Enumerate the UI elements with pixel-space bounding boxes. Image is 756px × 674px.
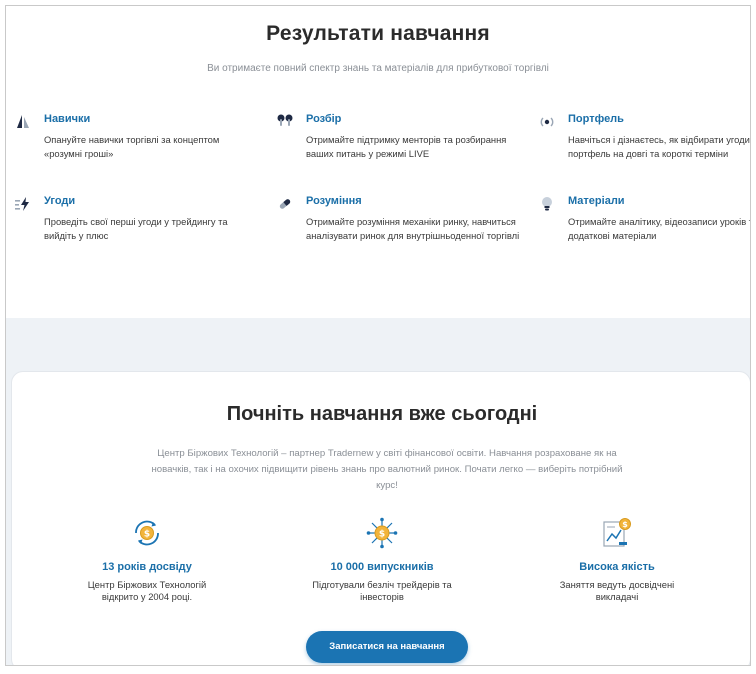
feature-title: Портфель xyxy=(568,113,624,125)
svg-text:$: $ xyxy=(144,530,150,540)
feature-deals: Угоди Проведіть свої перші угоди у трейд… xyxy=(14,195,244,255)
coin-network-icon: $ xyxy=(366,517,398,549)
feature-description: Проведіть свої перші угоди у трейдингу т… xyxy=(44,216,228,241)
broadcast-icon xyxy=(540,117,554,127)
start-card: Почніть навчання вже сьогодні Центр Бірж… xyxy=(11,371,750,665)
stat-quality: $ Висока якість Заняття ведуть досвідчен… xyxy=(517,517,717,603)
feature-description: Отримайте розуміння механіки ринку, навч… xyxy=(306,216,520,241)
feature-title: Розбір xyxy=(306,113,342,125)
stat-description: Підготували безліч трейдерів та інвестор… xyxy=(312,579,452,602)
feature-description: Отримайте аналітику, відеозаписи уроків … xyxy=(568,216,750,241)
chart-coin-icon: $ xyxy=(603,518,631,547)
earbuds-icon xyxy=(277,114,293,126)
lightbulb-icon xyxy=(542,197,552,211)
results-section: Результати навчання Ви отримаєте повний … xyxy=(6,6,750,318)
start-title: Почніть навчання вже сьогодні xyxy=(226,403,538,425)
feature-title: Угоди xyxy=(44,195,76,207)
pill-icon xyxy=(279,199,291,209)
stat-title: 13 років досвіду xyxy=(102,561,192,573)
feature-title: Навички xyxy=(44,113,91,125)
coin-cycle-icon: $ xyxy=(135,520,159,546)
stat-graduates: $ 10 000 випускників Підготували безліч … xyxy=(282,517,482,603)
feature-understanding: Розуміння Отримайте розуміння механіки р… xyxy=(276,195,519,255)
feature-description: Опануйте навички торгівлі за концептом «… xyxy=(44,134,220,159)
stat-description: Центр Біржових Технологій відкрито у 200… xyxy=(87,579,207,602)
enroll-button[interactable]: Записатися на навчання xyxy=(306,631,468,663)
start-description: Центр Біржових Технологій – партнер Trad… xyxy=(151,448,623,491)
feature-review: Розбір Отримайте підтримку менторів та р… xyxy=(276,113,506,173)
feature-description: Навчіться і дізнаєтесь, як відбирати уго… xyxy=(568,134,750,159)
svg-text:$: $ xyxy=(622,520,628,529)
stat-title: 10 000 випускників xyxy=(330,561,434,573)
feature-title: Матеріали xyxy=(568,195,625,207)
svg-text:$: $ xyxy=(379,530,385,540)
feature-title: Розуміння xyxy=(306,195,362,207)
page-frame: Результати навчання Ви отримаєте повний … xyxy=(5,5,751,666)
stat-experience: $ 13 років досвіду Центр Біржових Технол… xyxy=(47,517,247,603)
feature-materials: Матеріали Отримайте аналітику, відеозапи… xyxy=(538,195,750,255)
stat-description: Заняття ведуть досвідчені викладачі xyxy=(559,579,675,602)
results-title: Результати навчання xyxy=(266,22,490,45)
lightning-icon xyxy=(15,197,29,211)
results-subtitle: Ви отримаєте повний спектр знань та мате… xyxy=(207,63,549,74)
sails-icon xyxy=(17,115,29,128)
feature-portfolio: Портфель Навчіться і дізнаєтесь, як відб… xyxy=(538,113,750,173)
feature-skills: Навички Опануйте навички торгівлі за кон… xyxy=(14,113,244,173)
feature-description: Отримайте підтримку менторів та розбиран… xyxy=(306,134,507,159)
stat-title: Висока якість xyxy=(579,561,655,573)
